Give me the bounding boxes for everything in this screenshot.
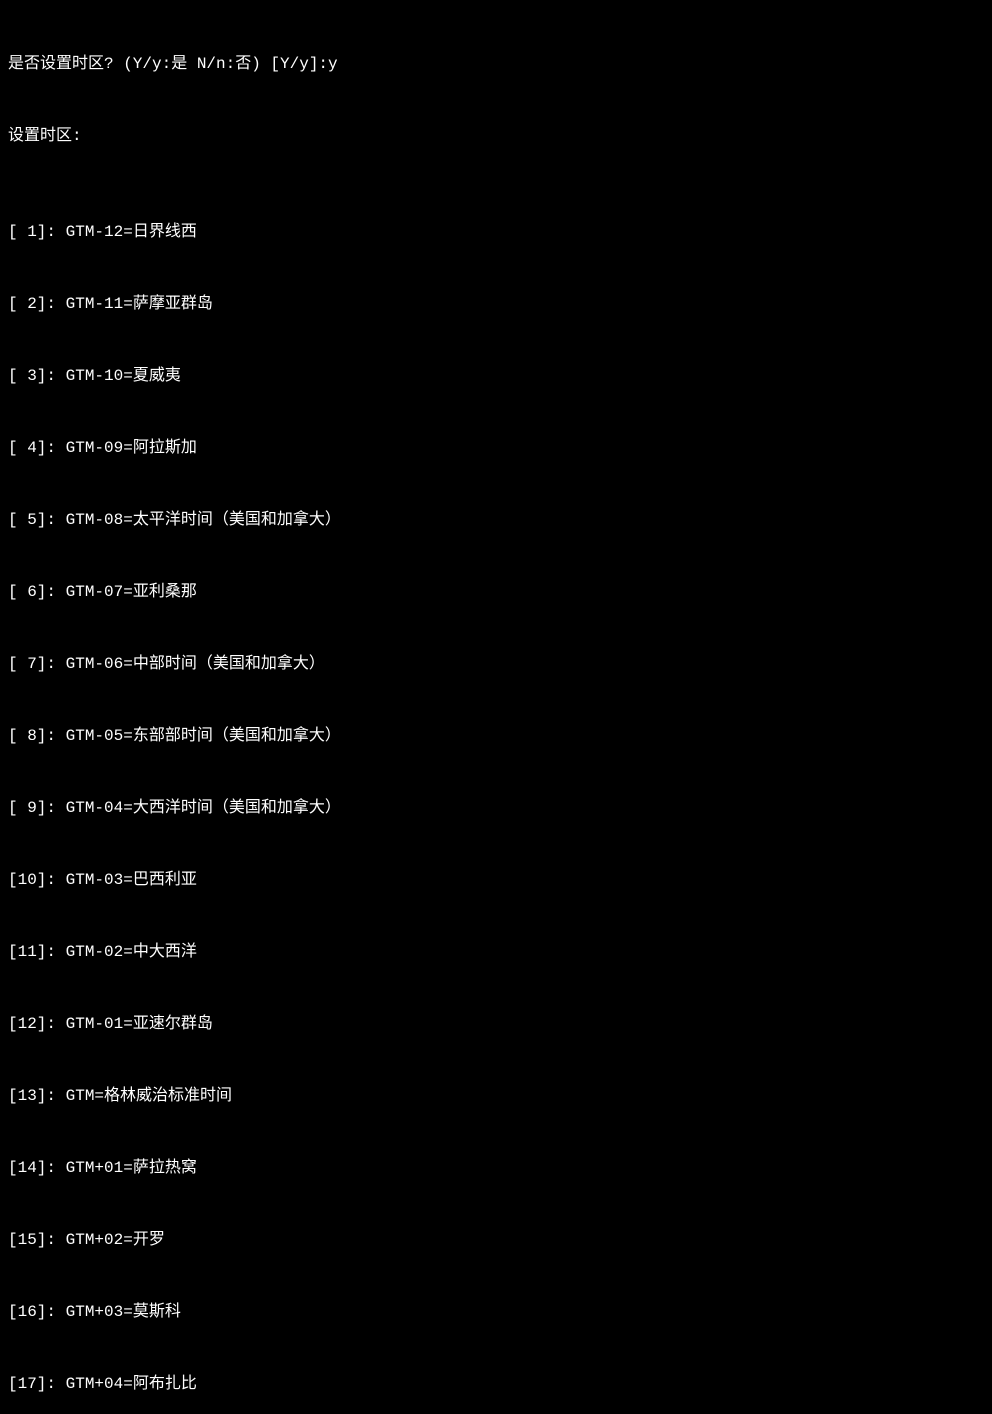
timezone-option: [ 6]: GTM-07=亚利桑那 [8,580,984,604]
timezone-option: [ 3]: GTM-10=夏威夷 [8,364,984,388]
timezone-option: [ 2]: GTM-11=萨摩亚群岛 [8,292,984,316]
timezone-option: [17]: GTM+04=阿布扎比 [8,1372,984,1396]
timezone-option: [11]: GTM-02=中大西洋 [8,940,984,964]
timezone-option: [ 8]: GTM-05=东部部时间（美国和加拿大） [8,724,984,748]
timezone-option: [ 9]: GTM-04=大西洋时间（美国和加拿大） [8,796,984,820]
timezone-option: [ 7]: GTM-06=中部时间（美国和加拿大） [8,652,984,676]
timezone-option: [13]: GTM=格林威治标准时间 [8,1084,984,1108]
timezone-option: [12]: GTM-01=亚速尔群岛 [8,1012,984,1036]
terminal[interactable]: 是否设置时区? (Y/y:是 N/n:否) [Y/y]:y 设置时区: [ 1]… [8,4,984,1414]
timezone-option: [15]: GTM+02=开罗 [8,1228,984,1252]
timezone-option: [ 5]: GTM-08=太平洋时间（美国和加拿大） [8,508,984,532]
timezone-option: [ 4]: GTM-09=阿拉斯加 [8,436,984,460]
timezone-confirm-prompt: 是否设置时区? (Y/y:是 N/n:否) [Y/y]:y [8,52,984,76]
timezone-option: [10]: GTM-03=巴西利亚 [8,868,984,892]
timezone-option: [16]: GTM+03=莫斯科 [8,1300,984,1324]
timezone-list-header: 设置时区: [8,124,984,148]
timezone-option: [ 1]: GTM-12=日界线西 [8,220,984,244]
timezone-option: [14]: GTM+01=萨拉热窝 [8,1156,984,1180]
